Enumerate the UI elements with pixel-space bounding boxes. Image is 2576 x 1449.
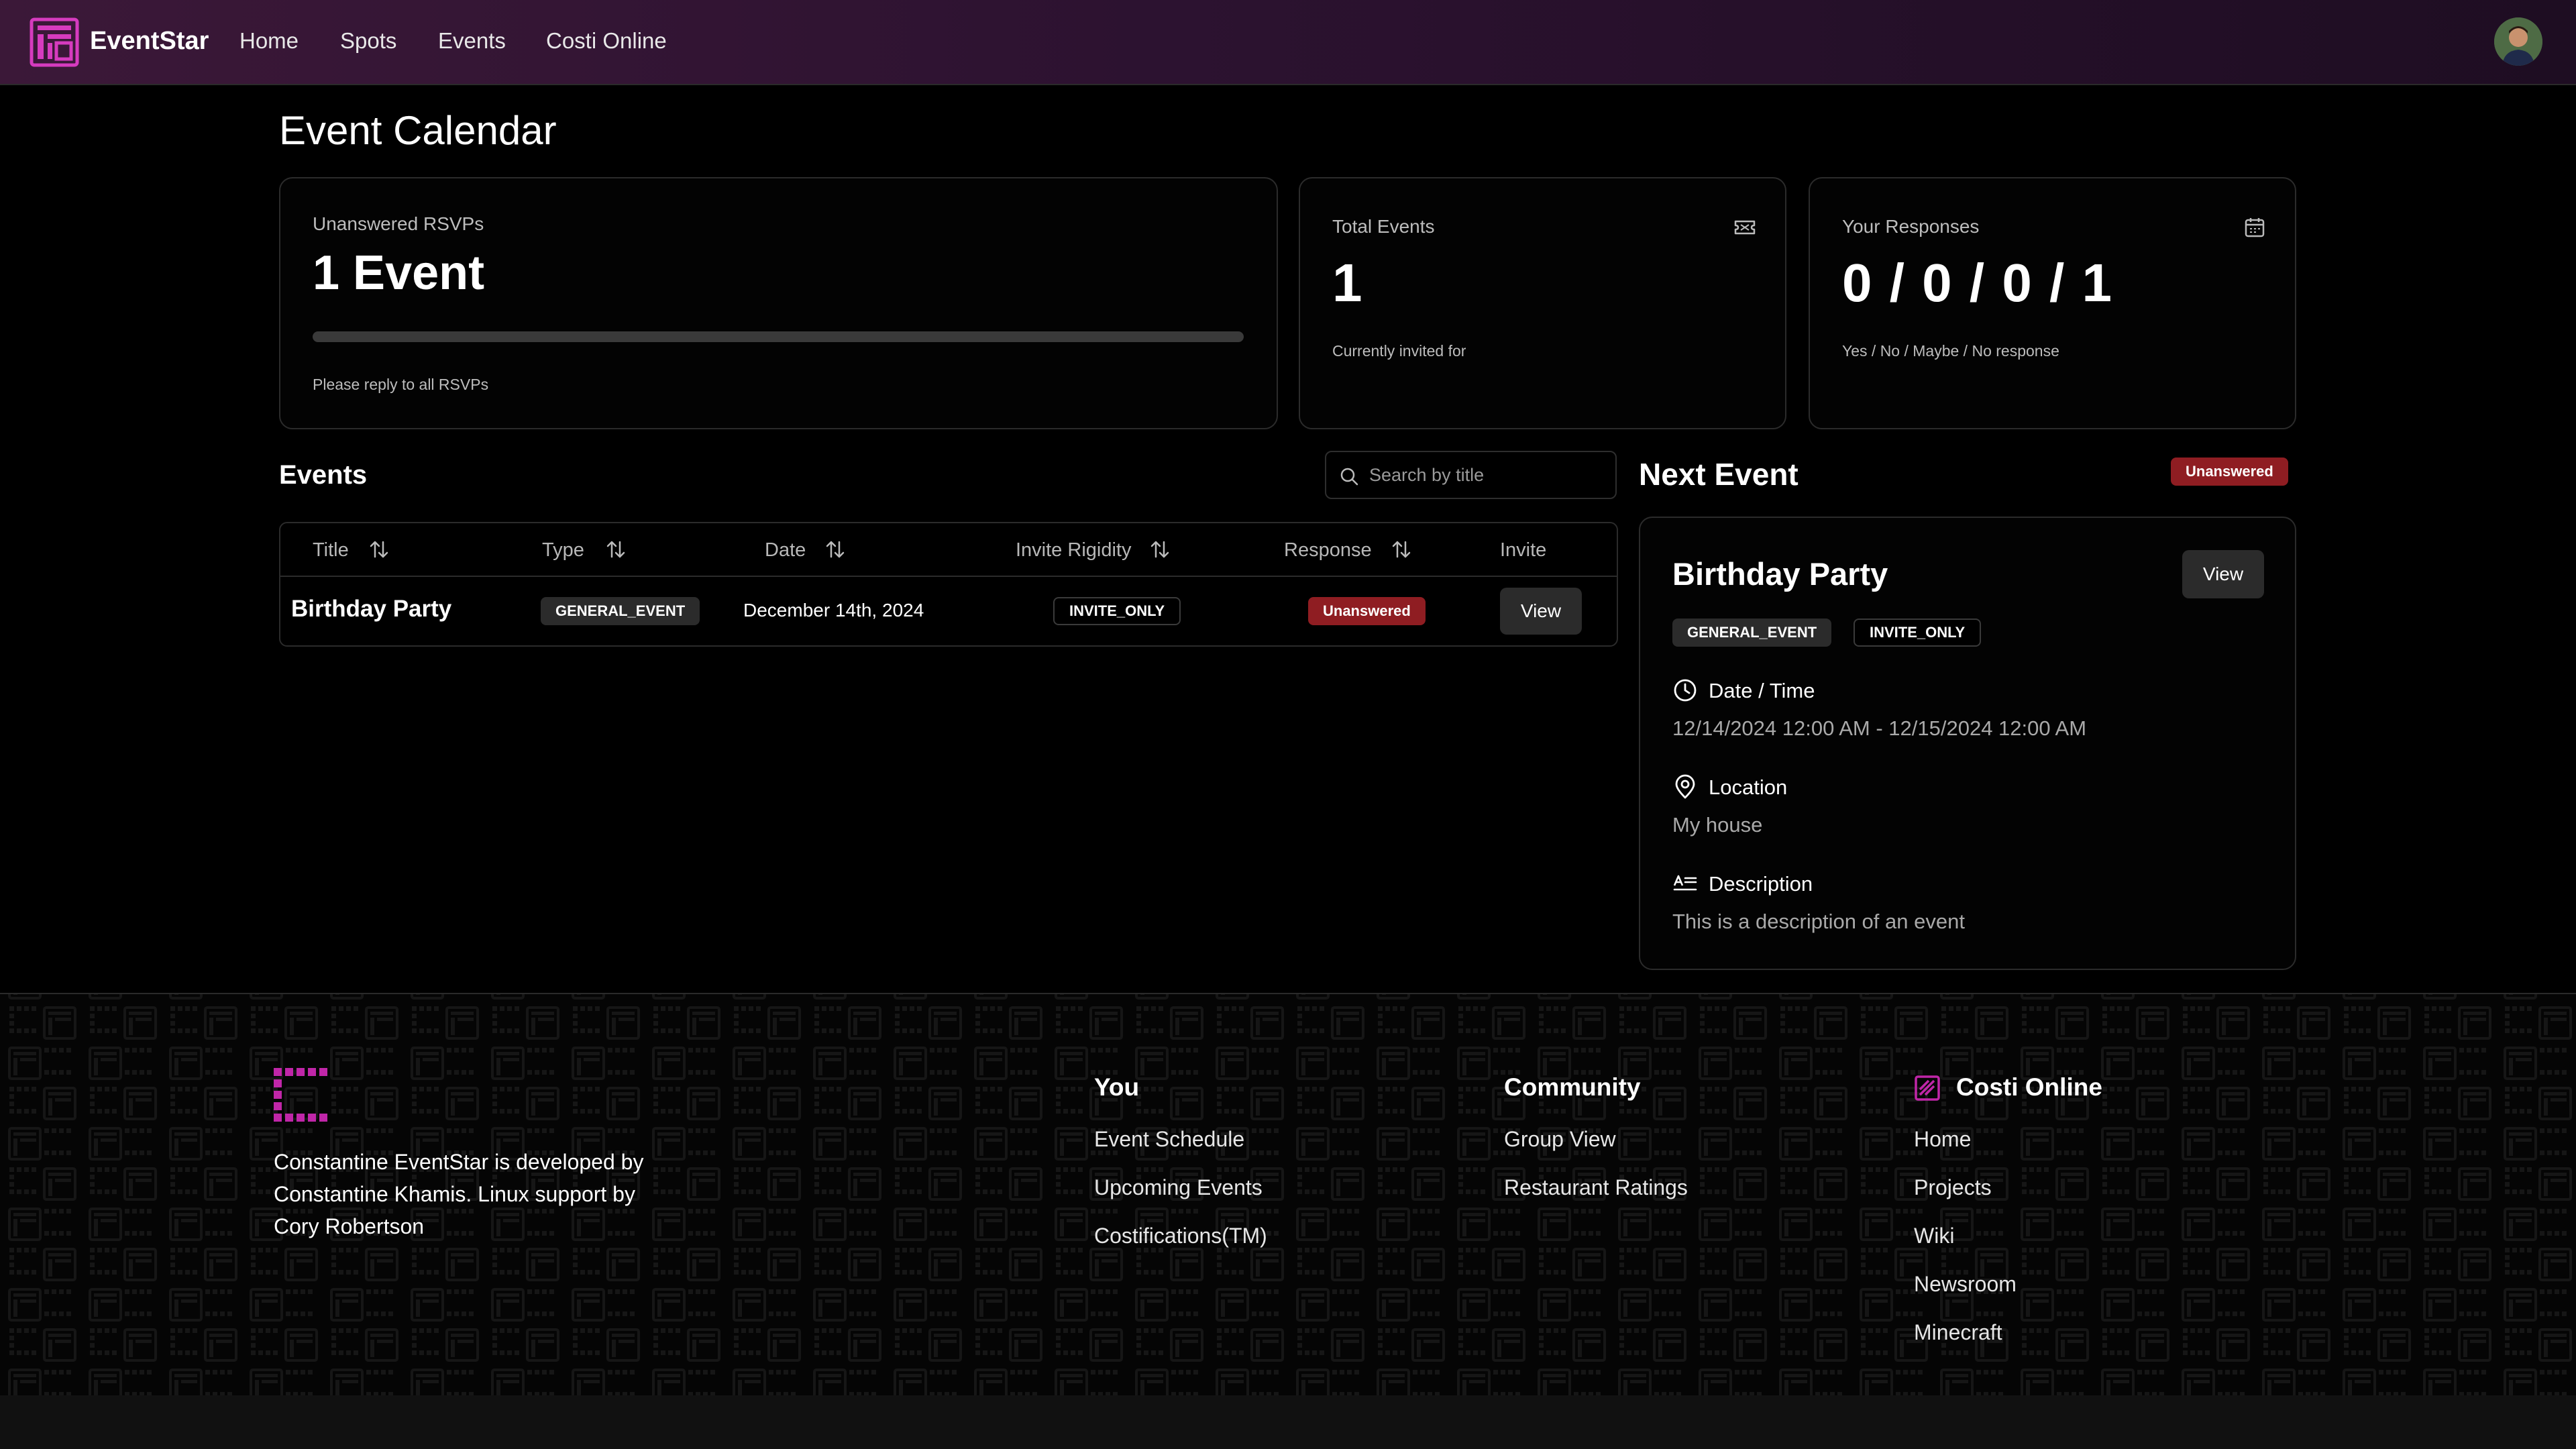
datetime-label: Date / Time: [1709, 679, 1815, 702]
description-icon: [1673, 875, 1697, 891]
card-value: 1 Event: [313, 246, 485, 300]
table-divider: [280, 576, 1617, 577]
footer-link-projects[interactable]: Projects: [1914, 1175, 1992, 1200]
footer-link-restaurant-ratings[interactable]: Restaurant Ratings: [1504, 1175, 1688, 1200]
type-badge: GENERAL_EVENT: [541, 597, 700, 625]
column-header-invite: Invite: [1500, 539, 1547, 561]
card-value: 1: [1332, 253, 1362, 313]
next-event-title: Birthday Party: [1672, 556, 1888, 592]
description-value: This is a description of an event: [1672, 910, 1965, 933]
nav-events[interactable]: Events: [438, 28, 506, 54]
bottom-strip: [0, 1395, 2576, 1449]
sort-icon[interactable]: [1148, 538, 1171, 561]
eventstar-logo[interactable]: [30, 17, 79, 67]
sort-icon[interactable]: [368, 538, 390, 561]
next-event-card: Birthday Party View GENERAL_EVENT INVITE…: [1639, 517, 2296, 970]
card-label: Unanswered RSVPs: [313, 213, 484, 234]
nav-costi-online[interactable]: Costi Online: [546, 28, 667, 54]
footer-link-minecraft[interactable]: Minecraft: [1914, 1320, 2002, 1345]
brand-name[interactable]: EventStar: [90, 27, 209, 56]
your-responses-card: Your Responses 0 / 0 / 0 / 1 Yes / No / …: [1809, 177, 2296, 429]
footer-link-upcoming-events[interactable]: Upcoming Events: [1094, 1175, 1263, 1200]
rsvp-progress-bar: [313, 331, 1244, 342]
card-label: Your Responses: [1842, 216, 1980, 237]
response-badge: Unanswered: [1308, 597, 1426, 625]
map-pin-icon: [1675, 774, 1695, 799]
footer-heading-you: You: [1094, 1073, 1140, 1101]
nav-spots[interactable]: Spots: [340, 28, 396, 54]
rigidity-badge: INVITE_ONLY: [1053, 597, 1181, 625]
view-event-button[interactable]: View: [1500, 588, 1582, 635]
location-value: My house: [1672, 813, 1763, 837]
costi-online-icon: [1915, 1075, 1940, 1101]
total-events-card: Total Events 1 Currently invited for: [1299, 177, 1786, 429]
card-note: Currently invited for: [1332, 342, 1466, 360]
next-event-heading: Next Event: [1639, 457, 1799, 492]
event-title: Birthday Party: [291, 596, 452, 622]
event-date: December 14th, 2024: [743, 600, 924, 621]
search-icon: [1340, 468, 1358, 486]
clock-icon: [1674, 679, 1697, 702]
rigidity-badge: INVITE_ONLY: [1854, 619, 1982, 647]
footer-link-wiki[interactable]: Wiki: [1914, 1224, 1954, 1248]
sort-icon[interactable]: [824, 538, 847, 561]
sort-icon[interactable]: [604, 538, 627, 561]
card-value: 0 / 0 / 0 / 1: [1842, 253, 2114, 313]
footer-link-event-schedule[interactable]: Event Schedule: [1094, 1127, 1244, 1152]
footer-heading-costi-online: Costi Online: [1956, 1073, 2102, 1101]
card-note: Please reply to all RSVPs: [313, 376, 489, 393]
next-event-view-button[interactable]: View: [2182, 550, 2264, 598]
column-header-response[interactable]: Response: [1284, 539, 1372, 561]
events-heading: Events: [279, 460, 368, 490]
user-avatar[interactable]: [2494, 17, 2542, 66]
sort-icon[interactable]: [1390, 538, 1413, 561]
footer-link-newsroom[interactable]: Newsroom: [1914, 1272, 2017, 1297]
card-label: Total Events: [1332, 216, 1435, 237]
card-note: Yes / No / Maybe / No response: [1842, 342, 2059, 360]
ticket-icon: [1734, 220, 1756, 235]
footer-heading-community: Community: [1504, 1073, 1641, 1101]
calendar-icon: [2245, 218, 2265, 237]
description-label: Description: [1709, 872, 1813, 896]
datetime-value: 12/14/2024 12:00 AM - 12/15/2024 12:00 A…: [1672, 716, 2087, 740]
footer-about: Constantine EventStar is developed by Co…: [274, 1150, 644, 1238]
footer-logo[interactable]: [274, 1068, 329, 1123]
page-title: Event Calendar: [279, 108, 557, 153]
column-header-type[interactable]: Type: [542, 539, 584, 561]
column-header-date[interactable]: Date: [765, 539, 806, 561]
type-badge: GENERAL_EVENT: [1672, 619, 1832, 647]
unanswered-rsvps-card: Unanswered RSVPs 1 Event Please reply to…: [279, 177, 1278, 429]
footer-link-home[interactable]: Home: [1914, 1127, 1971, 1152]
events-table: Title Type Date Invite Rigidity Response…: [279, 522, 1618, 647]
column-header-invite-rigidity[interactable]: Invite Rigidity: [1016, 539, 1131, 561]
status-badge: Unanswered: [2171, 458, 2288, 486]
search-input[interactable]: [1369, 452, 1611, 498]
nav-home[interactable]: Home: [239, 28, 299, 54]
search-box[interactable]: [1325, 451, 1617, 499]
column-header-title[interactable]: Title: [313, 539, 349, 561]
footer-link-group-view[interactable]: Group View: [1504, 1127, 1616, 1152]
top-navbar: EventStar Home Spots Events Costi Online: [0, 0, 2576, 85]
footer-link-costifications[interactable]: Costifications(TM): [1094, 1224, 1267, 1248]
location-label: Location: [1709, 775, 1788, 799]
